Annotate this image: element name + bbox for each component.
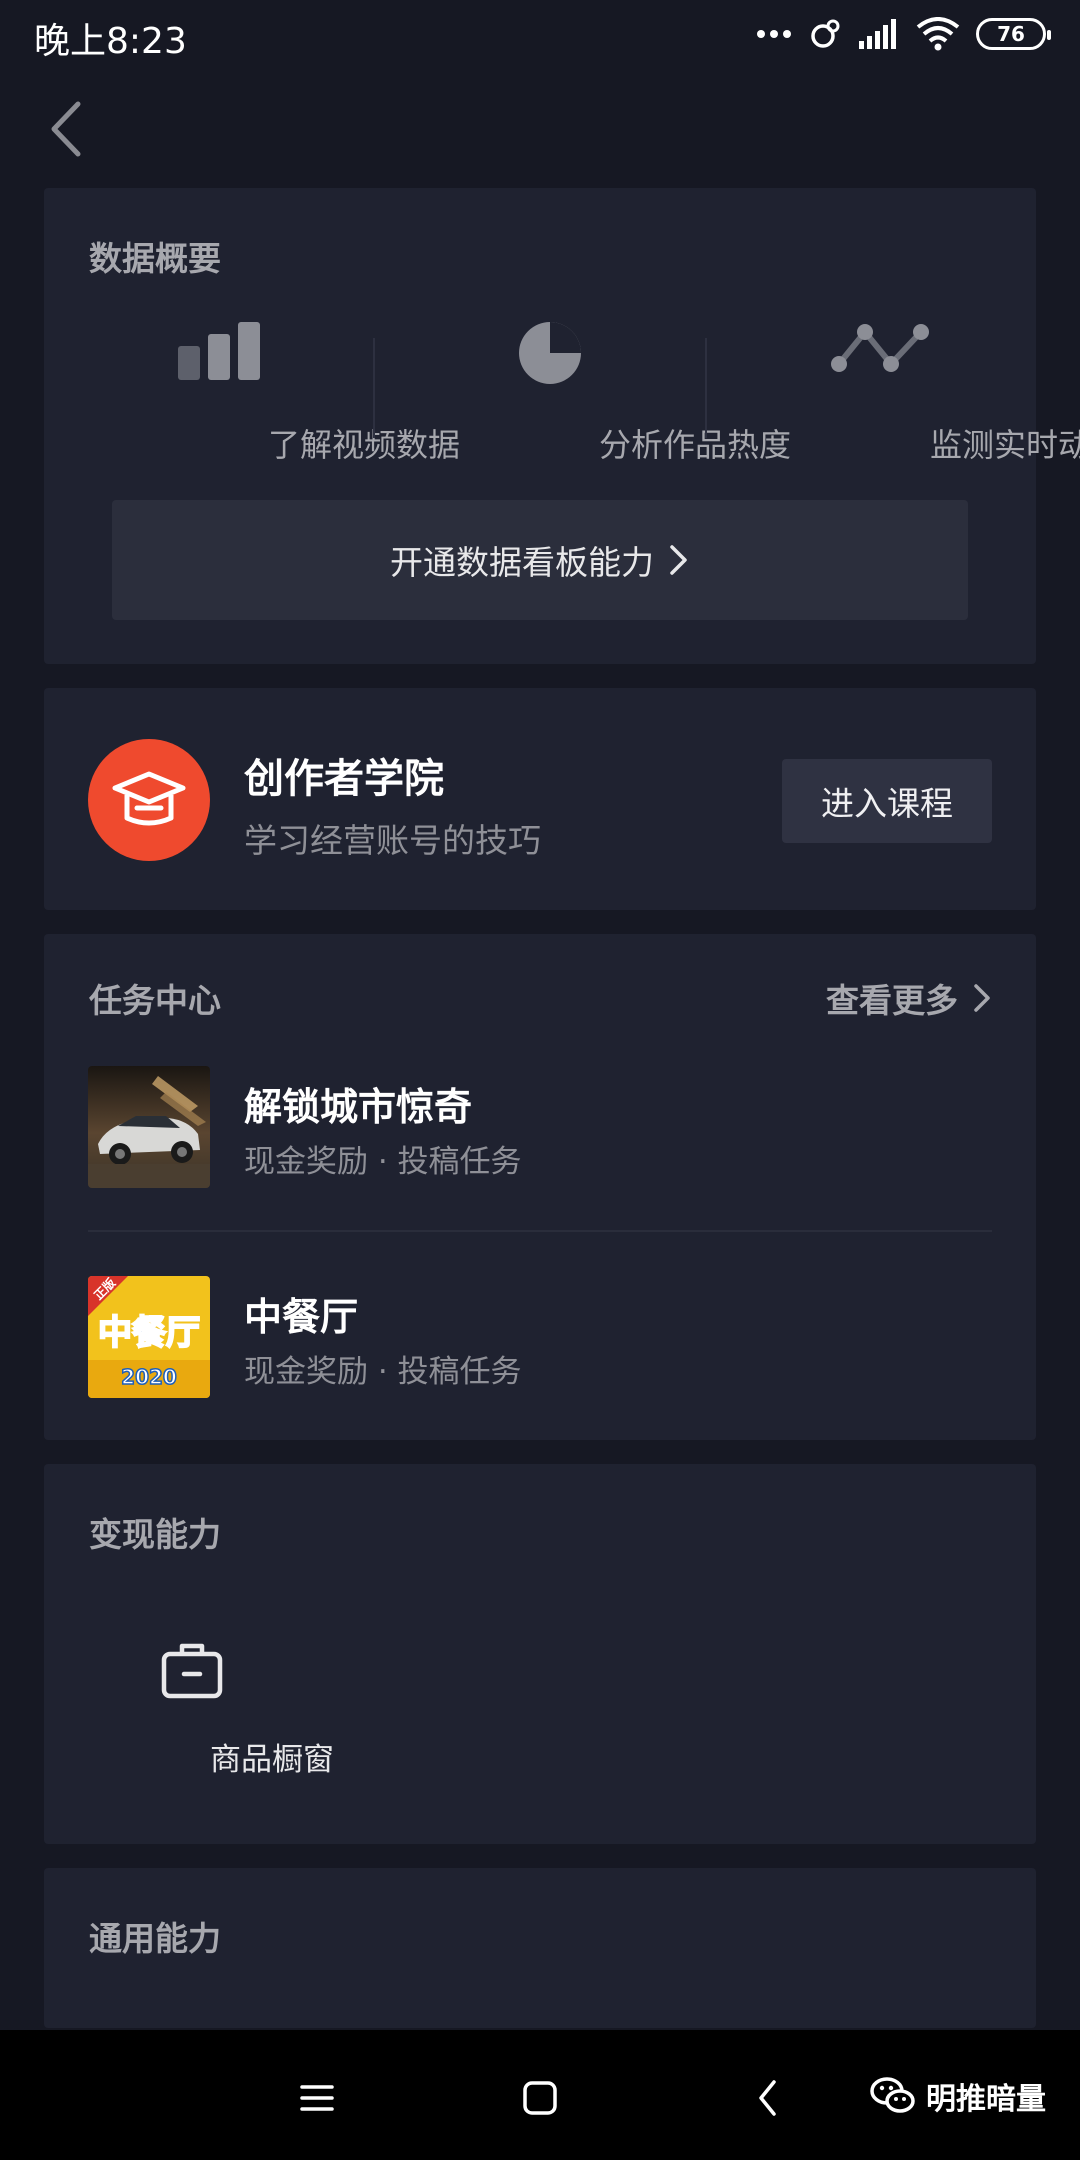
monetize-card: 变现能力 商品橱窗 (44, 1464, 1036, 1844)
watermark-label: 明推暗量 (926, 2082, 1046, 2117)
chevron-left-icon (51, 101, 81, 157)
product-showcase-label: 商品橱窗 (210, 1742, 334, 1778)
line-trend-icon (831, 324, 929, 372)
data-overview-title: 数据概要 (89, 239, 221, 278)
task-subtitle: 现金奖励 · 投稿任务 (244, 1144, 522, 1180)
task-item-city[interactable]: 解锁城市惊奇 现金奖励 · 投稿任务 (88, 1066, 992, 1190)
task-subtitle: 现金奖励 · 投稿任务 (244, 1354, 522, 1390)
task-title: 解锁城市惊奇 (244, 1085, 473, 1129)
metric-label: 分析作品热度 (598, 426, 791, 464)
signal-icon (859, 19, 896, 49)
system-nav-bar: 明推暗量 (0, 2030, 1080, 2160)
menu-icon (300, 2085, 334, 2111)
nav-back-button[interactable] (740, 2070, 796, 2126)
open-data-board-button[interactable]: 开通数据看板能力 (112, 500, 968, 620)
metric-divider (705, 338, 707, 438)
status-time: 晚上8:23 (34, 21, 187, 62)
task-thumbnail (88, 1066, 210, 1188)
more-dots-icon (757, 30, 791, 38)
monetize-title: 变现能力 (89, 1515, 221, 1554)
wechat-watermark: 明推暗量 (870, 2074, 1046, 2118)
home-button[interactable] (512, 2070, 568, 2126)
see-more-label: 查看更多 (826, 981, 958, 1020)
briefcase-icon (161, 1643, 223, 1699)
bar-chart-icon (178, 322, 260, 380)
task-center-card: 任务中心 查看更多 解锁城市惊奇 现金奖励 · 投稿任务 正版 中餐厅 2020… (44, 934, 1036, 1440)
enter-course-button[interactable]: 进入课程 (782, 759, 992, 843)
general-card: 通用能力 (44, 1868, 1036, 2028)
battery-icon: 76 (976, 18, 1051, 50)
sync-icon (811, 19, 840, 48)
academy-title: 创作者学院 (244, 756, 444, 802)
data-overview-card: 数据概要 了解视频数据 分析作品热度 监测实时动 开通数据看板能力 (44, 188, 1080, 664)
task-divider (88, 1230, 992, 1232)
task-title: 中餐厅 (244, 1295, 359, 1339)
screen: 晚上8:23 76 数据概要 了解视频数据 分析作品热度 监测实时动 开通数据看… (0, 0, 1080, 2160)
creator-academy-card[interactable]: 创作者学院 学习经营账号的技巧 进入课程 (44, 688, 1036, 910)
chevron-right-icon (974, 984, 990, 1012)
general-title: 通用能力 (89, 1919, 221, 1958)
wechat-icon (870, 2077, 915, 2113)
metric-label: 监测实时动态 (929, 426, 1080, 464)
wifi-icon (916, 17, 960, 51)
task-center-title: 任务中心 (89, 981, 221, 1020)
status-bar: 晚上8:23 76 (0, 0, 1080, 66)
chevron-left-icon (759, 2080, 776, 2116)
chevron-right-icon (670, 545, 687, 575)
open-data-board-label: 开通数据看板能力 (390, 543, 654, 582)
back-button[interactable] (42, 96, 98, 162)
metric-divider (373, 338, 375, 438)
product-showcase-entry[interactable]: 商品橱窗 (112, 1640, 334, 1780)
status-icons: 76 (756, 14, 1051, 54)
task-thumbnail: 正版 中餐厅 2020 (88, 1276, 210, 1398)
pie-chart-icon (519, 322, 581, 384)
battery-level: 76 (997, 22, 1025, 46)
academy-subtitle: 学习经营账号的技巧 (244, 821, 541, 860)
metric-label: 了解视频数据 (267, 426, 460, 464)
thumb-logo-text: 中餐厅 (98, 1313, 200, 1353)
thumb-year-text: 2020 (121, 1365, 177, 1389)
graduation-cap-icon (88, 739, 210, 861)
menu-button[interactable] (289, 2070, 345, 2126)
home-square-icon (523, 2081, 557, 2115)
task-item-restaurant[interactable]: 正版 中餐厅 2020 中餐厅 现金奖励 · 投稿任务 (88, 1276, 992, 1400)
see-more-link[interactable]: 查看更多 (826, 974, 992, 1022)
